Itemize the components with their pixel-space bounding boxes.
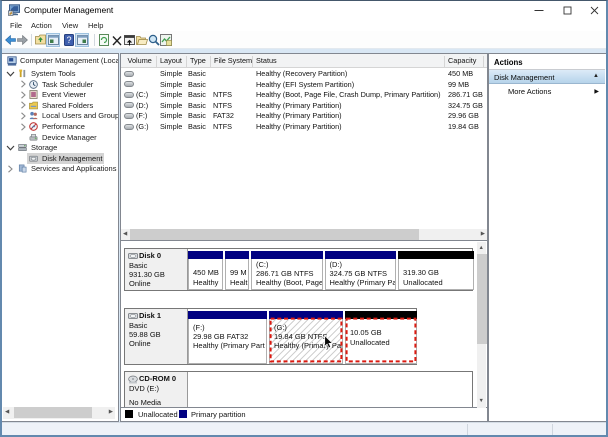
svg-text:?: ? (66, 35, 71, 45)
